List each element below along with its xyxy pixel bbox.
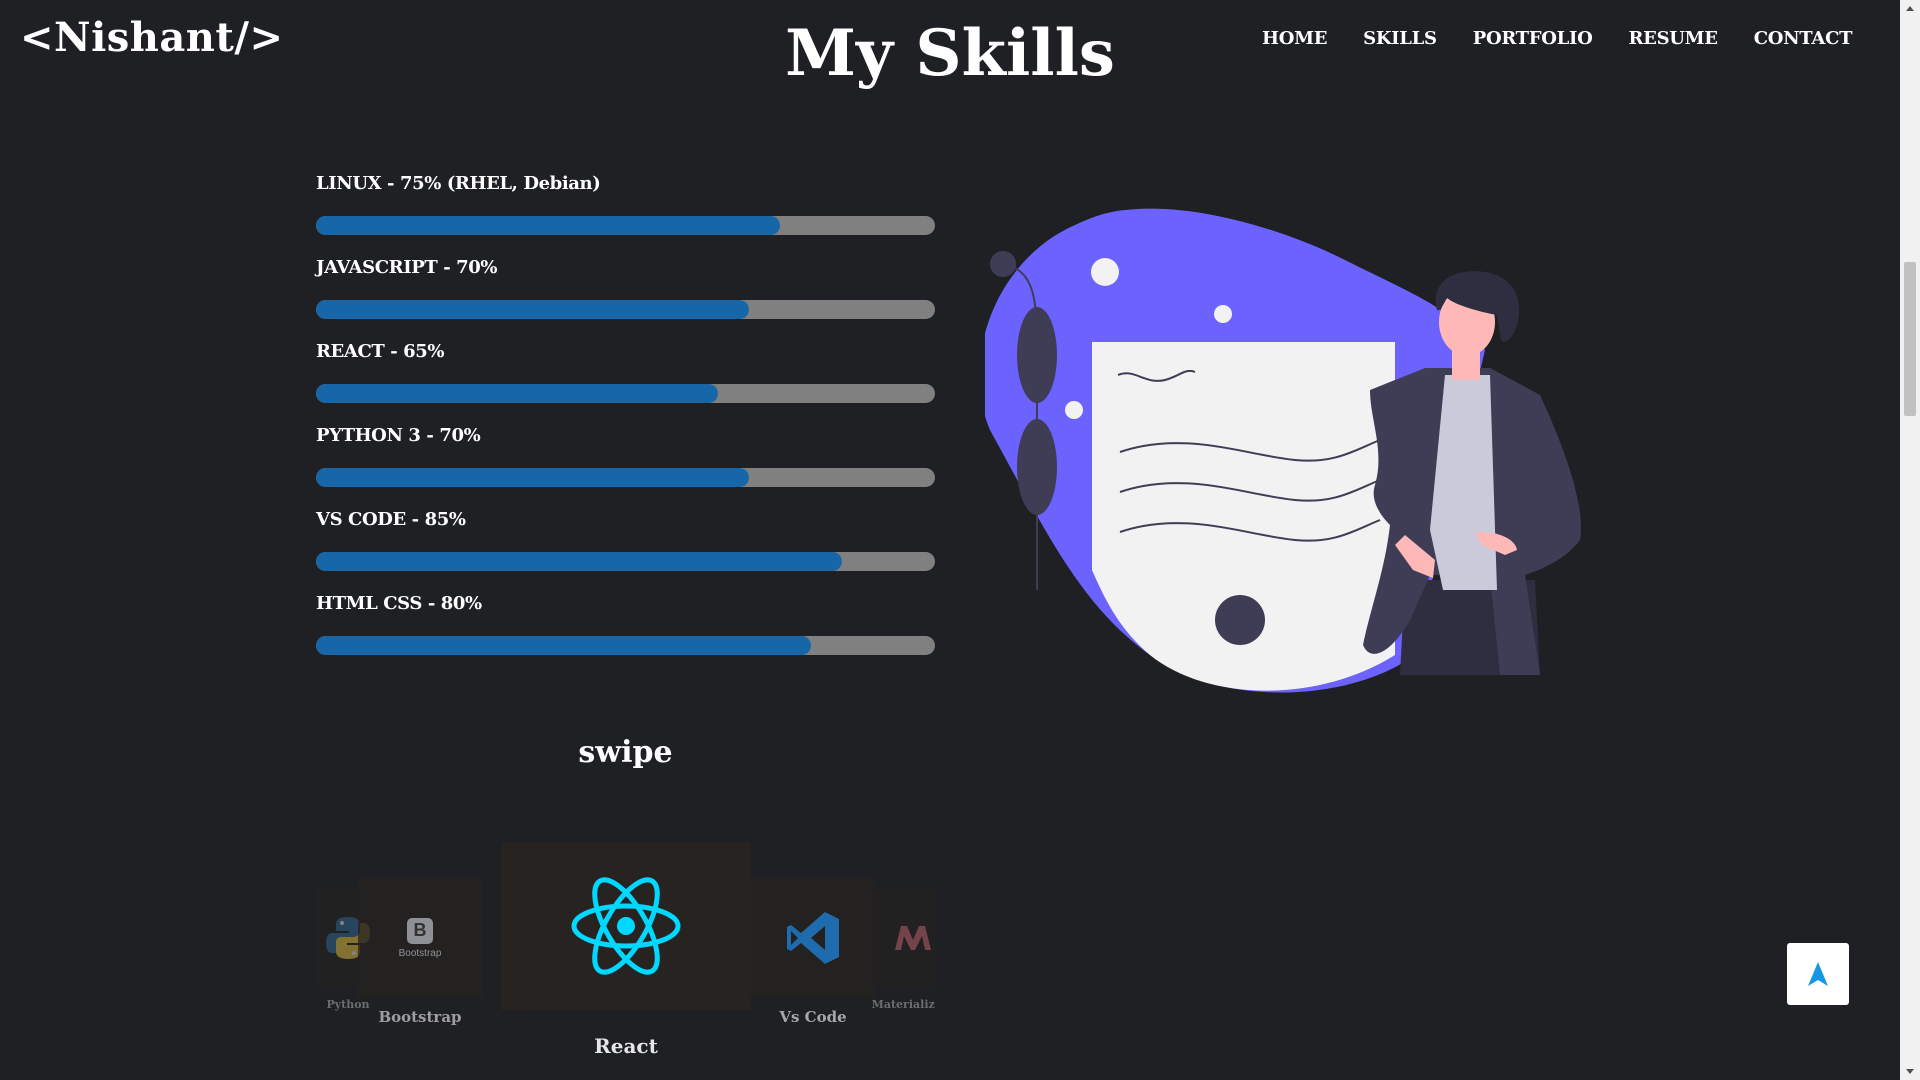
skill-progress-bar (316, 300, 935, 319)
skill-progress-fill (316, 300, 750, 319)
carousel-card-vscode[interactable]: Vs Code (751, 878, 875, 1026)
carousel-tile: B Bootstrap (358, 878, 482, 998)
skill-label: PYTHON 3 - 70% (316, 425, 481, 446)
bootstrap-icon-label: Bootstrap (398, 947, 442, 959)
materialize-icon (895, 926, 931, 950)
skills-illustration (985, 208, 1581, 693)
carousel-tile (501, 842, 751, 1010)
skill-progress-bar (316, 636, 935, 655)
skills-carousel[interactable]: Python B Bootstrap Bootstrap Vs Code Mat… (316, 840, 935, 1080)
skill-progress-fill (316, 552, 843, 571)
nav-contact[interactable]: CONTACT (1754, 28, 1853, 49)
skill-item: HTML CSS - 80% (316, 590, 935, 674)
illustration-dot (1065, 401, 1083, 419)
scroll-down-arrow[interactable] (1900, 1062, 1920, 1080)
illustration-dot (1091, 258, 1119, 286)
skill-item: LINUX - 75% (RHEL, Debian) (316, 170, 935, 254)
skill-progress-fill (316, 384, 719, 403)
nav-home[interactable]: HOME (1262, 28, 1327, 49)
skill-item: JAVASCRIPT - 70% (316, 254, 935, 338)
main-nav: HOME SKILLS PORTFOLIO RESUME CONTACT (1262, 28, 1888, 49)
illustration-seal (1215, 595, 1265, 645)
carousel-tile (863, 888, 935, 988)
carousel-card-react[interactable]: React (501, 842, 751, 1058)
skill-item: VS CODE - 85% (316, 506, 935, 590)
skill-label: VS CODE - 85% (316, 509, 466, 530)
carousel-card-bootstrap[interactable]: B Bootstrap Bootstrap (358, 878, 482, 1026)
skill-label: JAVASCRIPT - 70% (316, 257, 498, 278)
skill-progress-fill (316, 216, 781, 235)
carousel-caption: Vs Code (779, 1008, 847, 1026)
skill-label: HTML CSS - 80% (316, 593, 482, 614)
skill-progress-bar (316, 468, 935, 487)
skills-page: <Nishant/> My Skills HOME SKILLS PORTFOL… (0, 0, 1900, 1080)
bootstrap-icon: B (407, 917, 433, 944)
skill-progress-fill (316, 468, 750, 487)
illustration-pod (1017, 419, 1057, 515)
illustration-dot (1214, 305, 1232, 323)
skill-label: LINUX - 75% (RHEL, Debian) (316, 173, 601, 194)
arrow-up-icon (1808, 962, 1828, 986)
nav-portfolio[interactable]: PORTFOLIO (1473, 28, 1593, 49)
skill-progress-bar (316, 552, 935, 571)
skill-progress-bar (316, 384, 935, 403)
skill-progress-fill (316, 636, 812, 655)
back-to-top-button[interactable] (1787, 943, 1849, 1005)
vscode-icon (787, 912, 839, 964)
caret-down-icon (1906, 1069, 1914, 1074)
nav-resume[interactable]: RESUME (1629, 28, 1719, 49)
react-icon (571, 877, 681, 975)
skill-item: PYTHON 3 - 70% (316, 422, 935, 506)
carousel-card-materialize[interactable]: Materialize C (863, 888, 935, 1011)
scrollbar-thumb[interactable] (1904, 262, 1916, 416)
scroll-up-arrow[interactable] (1900, 0, 1920, 18)
carousel-tile (751, 878, 875, 998)
page-scrollbar[interactable] (1900, 0, 1920, 1080)
skill-label: REACT - 65% (316, 341, 445, 362)
carousel-caption: Bootstrap (378, 1008, 462, 1026)
nav-skills[interactable]: SKILLS (1363, 28, 1437, 49)
swipe-heading: swipe (578, 735, 673, 770)
illustration-pod (1017, 307, 1057, 403)
caret-up-icon (1906, 6, 1914, 11)
skills-list: LINUX - 75% (RHEL, Debian) JAVASCRIPT - … (316, 170, 935, 674)
skill-item: REACT - 65% (316, 338, 935, 422)
carousel-caption: Materialize C (871, 998, 935, 1011)
carousel-caption: React (594, 1034, 658, 1058)
skill-progress-bar (316, 216, 935, 235)
